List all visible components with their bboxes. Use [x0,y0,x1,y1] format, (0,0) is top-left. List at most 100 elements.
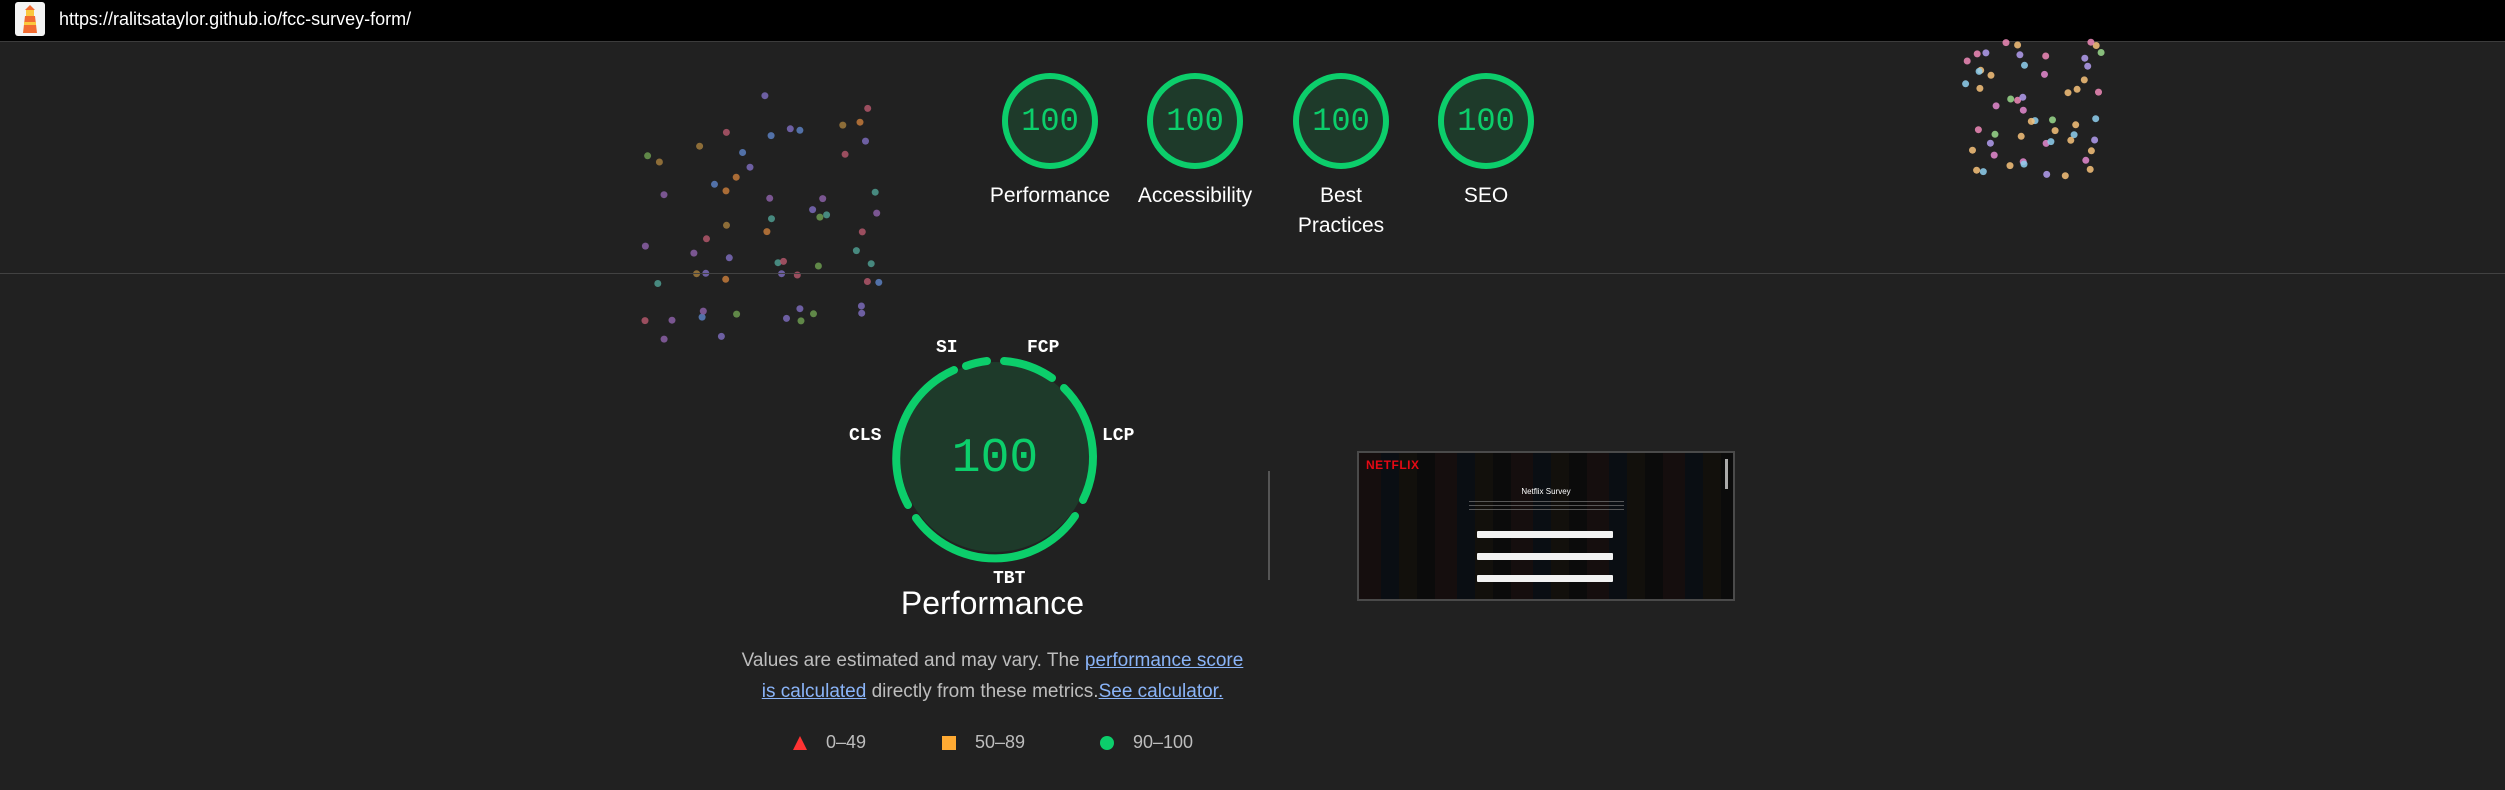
square-icon [942,736,956,750]
confetti-dot [698,313,706,321]
confetti-dot [722,128,730,136]
confetti-dot [871,188,879,196]
confetti-dot [722,275,730,283]
survey-title: Netflix Survey [1521,487,1571,496]
confetti-dot [768,215,775,223]
confetti-dot [1987,71,1995,79]
confetti-dot [2072,121,2080,129]
confetti-dot [862,137,869,145]
confetti-dot [660,191,668,199]
confetti-dot [2073,85,2081,93]
confetti-dot [780,257,787,265]
score-value: 100 [1166,102,1224,140]
netflix-logo: NETFLIX [1366,458,1420,472]
performance-title: Performance [900,585,1085,621]
performance-note: Values are estimated and may vary. The p… [735,645,1250,707]
confetti-decoration [641,38,2105,343]
confetti-dot [732,173,740,181]
confetti-dot [2084,62,2092,70]
confetti-dot [654,280,662,287]
legend-average: 50–89 [941,731,1071,757]
confetti-dot [1977,66,1985,74]
confetti-dot [2021,61,2028,69]
confetti-dot [2007,95,2015,103]
confetti-dot [2097,49,2105,56]
confetti-dot [723,221,730,229]
confetti-dot [809,206,817,214]
confetti-dot [2092,115,2100,123]
confetti-dot [873,209,881,217]
confetti-dot [644,152,652,160]
confetti-dot [2091,136,2099,144]
confetti-dot [796,305,804,313]
confetti-dot [783,314,790,322]
confetti-dot [1991,130,1999,138]
triangle-icon [793,736,807,750]
page-screenshot-thumbnail[interactable]: NETFLIX Netflix Survey [1357,451,1735,601]
confetti-dot [823,211,831,219]
score-ring: 100 [1002,73,1098,169]
confetti-dot [2092,42,2100,49]
vertical-separator [1268,471,1270,580]
confetti-dot [1992,102,2000,110]
confetti-dot [2027,117,2035,125]
legend-range: 50–89 [975,732,1026,752]
legend-range: 0–49 [826,732,867,752]
topbar: https://ralitsataylor.github.io/fcc-surv… [0,0,2505,42]
confetti-dot [786,125,794,133]
form-field [1477,575,1613,582]
confetti-dot [2043,170,2051,178]
score-value: 100 [1457,102,1515,140]
confetti-dot [2049,116,2056,124]
legend-fail: 0–49 [792,731,912,757]
confetti-dot [1979,168,1987,176]
confetti-dot [2019,106,2027,114]
confetti-dot [703,235,710,243]
gauge-label: Best Practices [1297,184,1385,237]
confetti-dot [763,228,771,236]
confetti-dot [2070,131,2078,139]
note-text: Values are estimated and may vary. The [741,650,1085,671]
confetti-dot [690,249,698,257]
confetti-dot [2017,132,2025,140]
confetti-dot [2064,89,2072,97]
form-field [1477,531,1613,538]
confetti-dot [1975,67,1983,75]
confetti-dot [2014,96,2022,104]
performance-score: 100 [952,432,1038,486]
gauge-label: Accessibility [1137,184,1253,207]
confetti-dot [2042,139,2050,147]
confetti-dot [2006,162,2014,170]
section-divider [0,273,2505,274]
metric-label-lcp: LCP [1102,426,1135,446]
confetti-dot [2041,70,2048,78]
confetti-dot [1973,166,1981,174]
score-value: 100 [1021,102,1079,140]
confetti-dot [858,228,866,236]
confetti-dot [852,247,860,255]
score-ring: 100 [1438,73,1534,169]
confetti-dot [2067,136,2075,144]
confetti-dot [819,195,827,203]
thumbnail-scrollbar [1725,459,1728,489]
confetti-dot [1974,126,1982,134]
confetti-dot [810,310,817,318]
score-ring: 100 [1147,73,1243,169]
metric-label-si: SI [936,338,958,358]
confetti-dot [814,262,822,270]
score-ring: 100 [1293,73,1389,169]
page-url[interactable]: https://ralitsataylor.github.io/fcc-surv… [59,9,411,30]
confetti-dot [2087,147,2095,155]
confetti-dot [717,332,725,340]
see-calculator-link[interactable]: See calculator. [1099,681,1224,702]
lighthouse-icon [15,2,45,36]
form-field [1477,553,1613,560]
confetti-dot [2061,172,2069,180]
confetti-dot [797,317,805,325]
confetti-dot [2016,51,2024,59]
confetti-dot [1963,57,1971,65]
confetti-dot [796,126,804,134]
confetti-dot [816,213,824,221]
confetti-dot [2081,54,2089,62]
confetti-dot [839,121,847,129]
